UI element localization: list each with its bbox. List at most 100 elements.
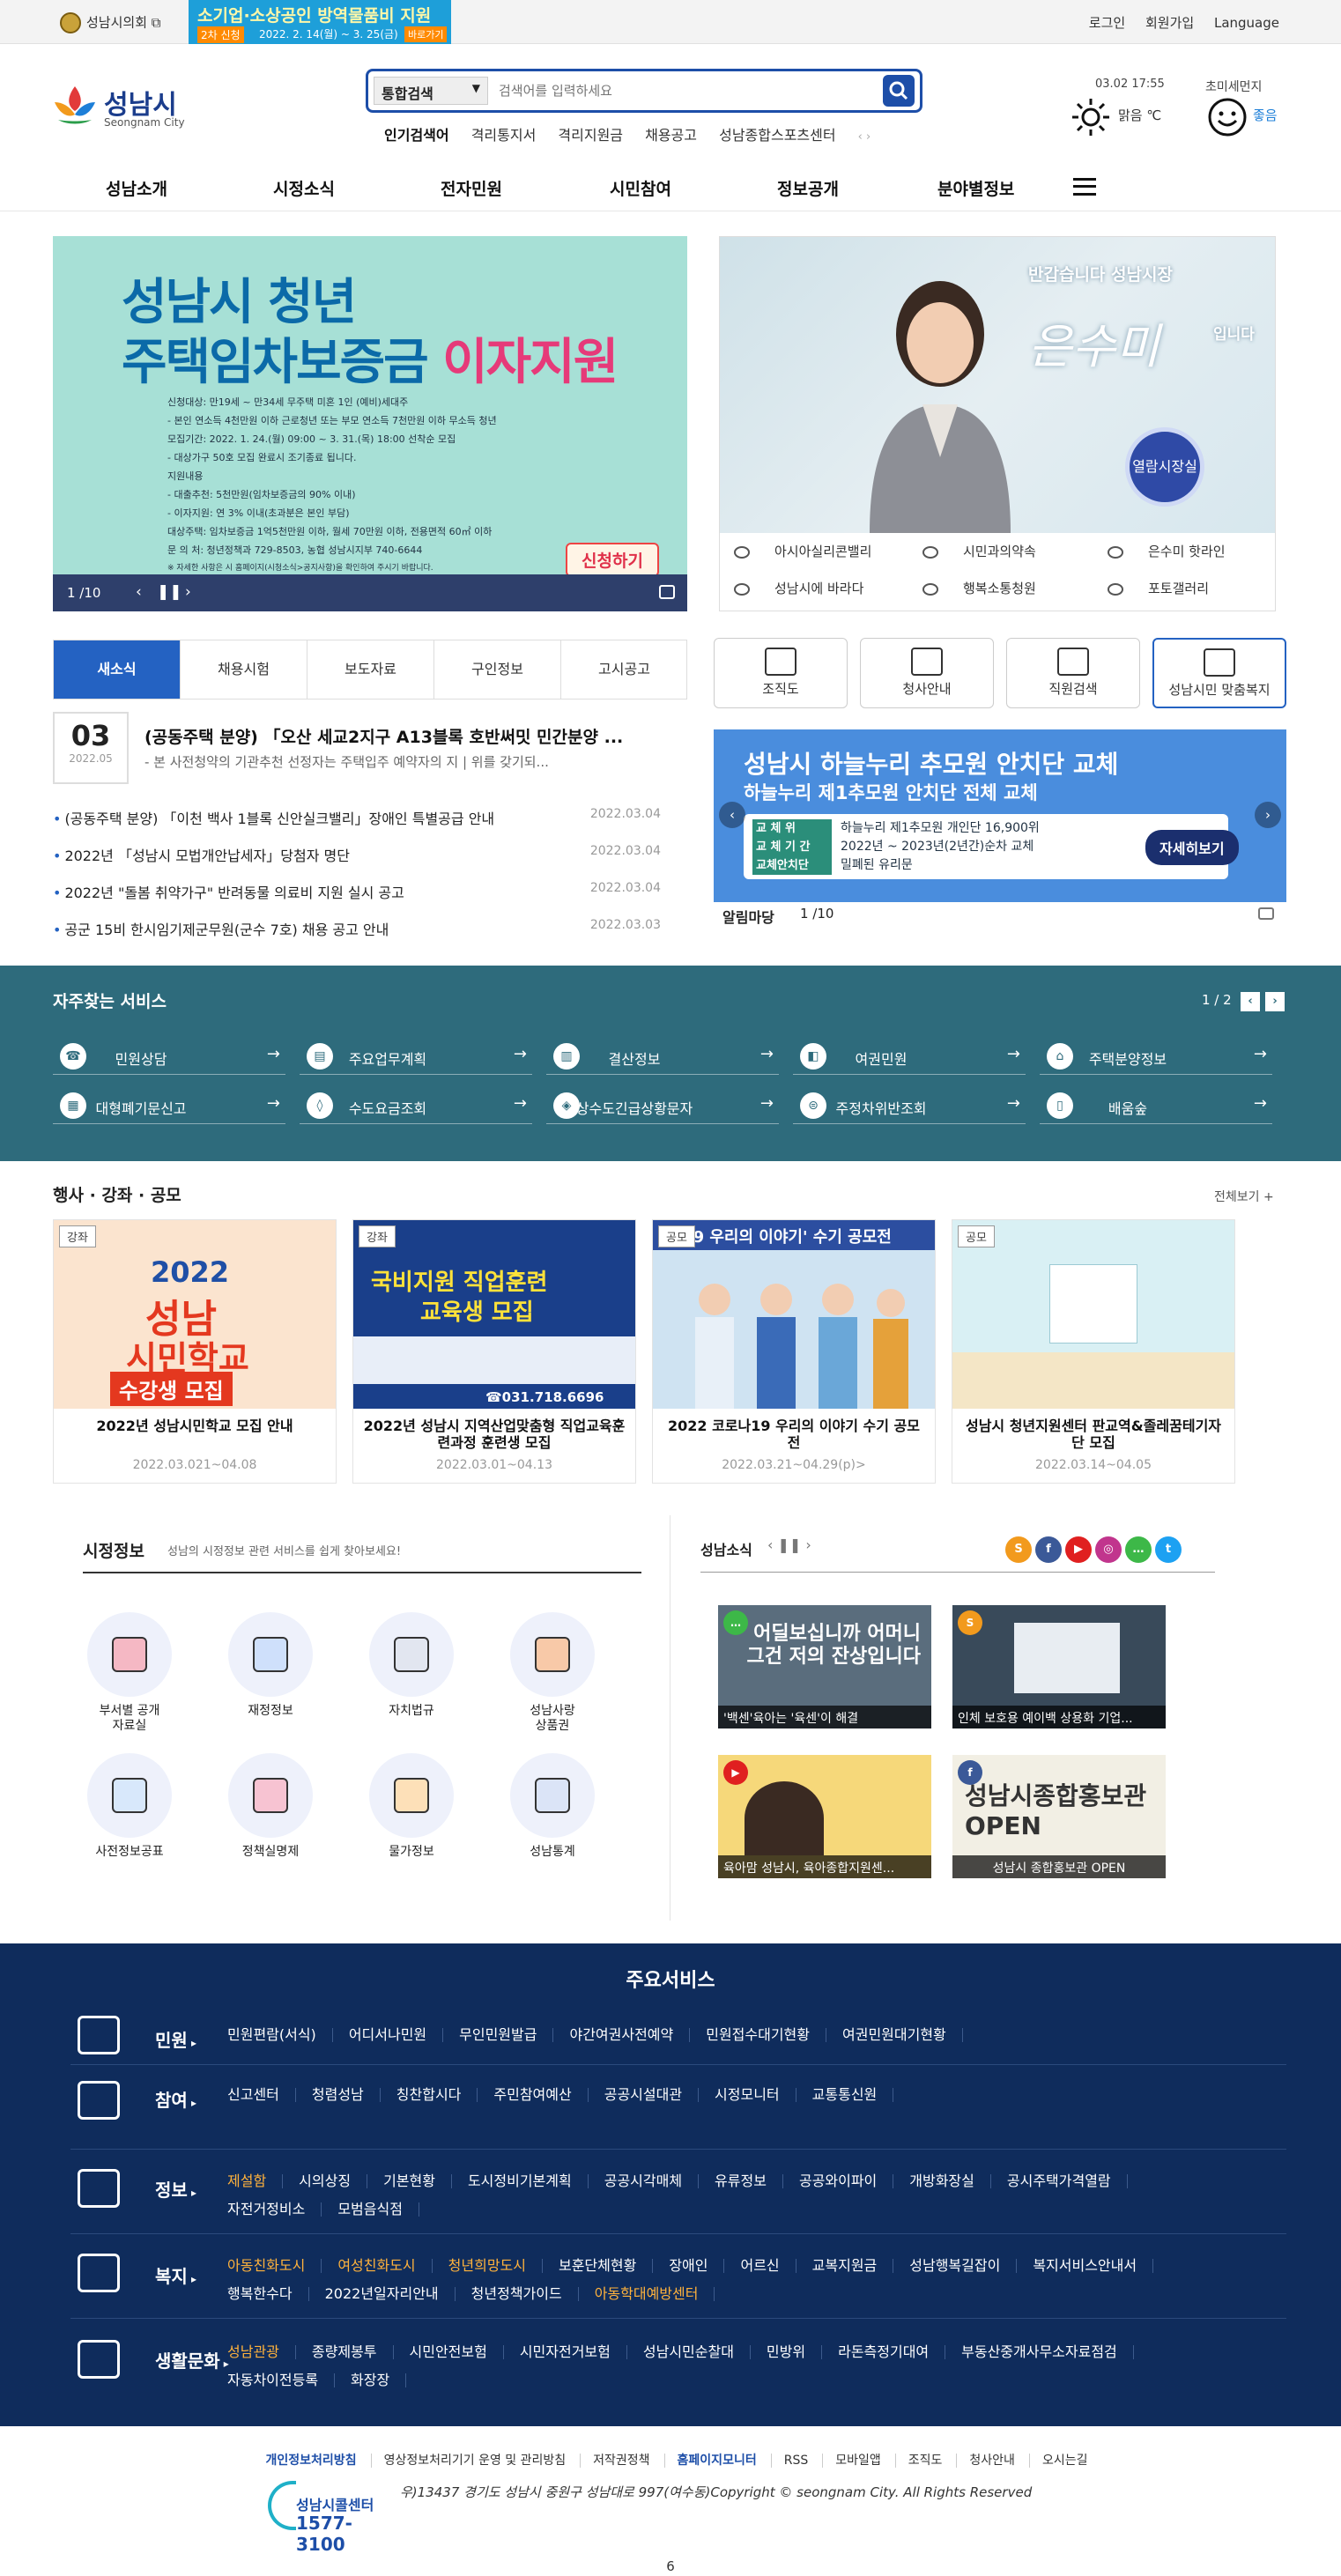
more-details-button[interactable]: 자세히보기 xyxy=(1145,830,1239,865)
prev-page-button[interactable]: ‹ xyxy=(1241,992,1260,1011)
next-icon[interactable]: › xyxy=(185,583,191,601)
main-visual-slider[interactable]: 성남시 청년 주택임차보증금 이자지원 신청대상: 만19세 ~ 만34세 무주… xyxy=(53,236,687,611)
sns-post[interactable]: ▶ 육아맘 성남시, 육아종합지원센... xyxy=(718,1755,931,1878)
service-link[interactable]: 도시정비기본계획 xyxy=(468,2174,589,2188)
service-link[interactable]: 시민안전보험 xyxy=(410,2345,504,2359)
staff-search-button[interactable]: 직원검색 xyxy=(1006,638,1140,708)
service-link[interactable]: 민원편람(서식) xyxy=(227,2028,333,2042)
event-card[interactable]: 국비지원 직업훈련 교육생 모집 ☎031.718.6696 강좌 2022년 … xyxy=(352,1219,636,1484)
footer-link[interactable]: 홈페이지모니터 xyxy=(663,2454,757,2468)
service-link[interactable]: 장애인 xyxy=(669,2259,725,2273)
custom-welfare-button[interactable]: 성남시민 맞춤복지 xyxy=(1152,638,1286,708)
service-link[interactable]: 시정모니터 xyxy=(715,2088,796,2102)
service-link[interactable]: 공공시설대관 xyxy=(604,2088,700,2102)
footer-link[interactable]: 모바일앱 xyxy=(822,2454,881,2468)
mayor-link[interactable]: 행복소통청원 xyxy=(922,579,1036,597)
kakaostory-icon[interactable]: S xyxy=(1005,1536,1032,1563)
service-link[interactable]: 성남시민순찰대 xyxy=(643,2345,751,2359)
service-item[interactable]: ☎ 민원상담 → xyxy=(53,1040,285,1075)
notice-banner[interactable]: 성남시 하늘누리 추모원 안치단 교체 하늘누리 제1추모원 안치단 전체 교체… xyxy=(714,729,1286,902)
footer-link[interactable]: 청사안내 xyxy=(956,2454,1015,2468)
featured-news[interactable]: 03 2022.05 (공동주택 분양) 「오산 세교2지구 A13블록 호반써… xyxy=(53,712,687,791)
service-link[interactable]: 칭찬합시다 xyxy=(396,2088,478,2102)
top-ad-banner[interactable]: 소기업·소상공인 방역물품비 지원 2차 신청 2022. 2. 14(월) ~… xyxy=(189,0,451,44)
tab-press[interactable]: 보도자료 xyxy=(307,640,433,699)
tab-jobs[interactable]: 구인정보 xyxy=(433,640,560,699)
site-logo[interactable]: 성남시 Seongnam City xyxy=(51,81,192,134)
instagram-icon[interactable]: ◎ xyxy=(1095,1536,1122,1563)
city-info-item[interactable]: 부서별 공개 자료실 xyxy=(72,1612,187,1736)
service-link[interactable]: 성남행복길잡이 xyxy=(909,2259,1018,2273)
nav-seongnam-intro[interactable]: 성남소개 xyxy=(106,176,167,200)
talk-icon[interactable]: … xyxy=(1125,1536,1152,1563)
event-card[interactable]: 1119 우리의 이야기' 수기 공모전 공모 2022 코로나19 우리의 이… xyxy=(652,1219,936,1484)
service-link[interactable]: 어르신 xyxy=(740,2259,796,2273)
facebook-icon[interactable]: f xyxy=(1035,1536,1062,1563)
service-link[interactable]: 야간여권사전예약 xyxy=(569,2028,691,2042)
city-info-item[interactable]: 정책실명제 xyxy=(213,1753,328,1876)
service-link[interactable]: 라돈측정기대여 xyxy=(838,2345,946,2359)
nav-participation[interactable]: 시민참여 xyxy=(610,176,671,200)
service-link[interactable]: 공공와이파이 xyxy=(799,2174,894,2188)
mayor-office-button[interactable]: 열람시장실 xyxy=(1125,427,1204,507)
service-link[interactable]: 주민참여예산 xyxy=(493,2088,589,2102)
service-link[interactable]: 자전거정비소 xyxy=(227,2202,322,2217)
service-link[interactable]: 어디서나민원 xyxy=(349,2028,444,2042)
service-link[interactable]: 무인민원발급 xyxy=(459,2028,554,2042)
nav-info-disclosure[interactable]: 정보공개 xyxy=(777,176,839,200)
event-card[interactable]: 2022 성남 시민학교 수강생 모집 강좌 2022년 성남시민학교 모집 안… xyxy=(53,1219,337,1484)
footer-link[interactable]: 저작권정책 xyxy=(580,2454,650,2468)
menu-hamburger-icon[interactable] xyxy=(1073,178,1096,196)
service-link[interactable]: 여권민원대기현황 xyxy=(842,2028,963,2042)
youtube-icon[interactable]: ▶ xyxy=(1065,1536,1092,1563)
search-button[interactable] xyxy=(883,75,915,107)
news-item[interactable]: 2022년 「성남시 모법개안납세자」당첨자 명단2022.03.04 xyxy=(53,837,661,874)
service-link[interactable]: 기본현황 xyxy=(383,2174,452,2188)
nav-e-civil[interactable]: 전자민원 xyxy=(441,176,502,200)
pause-icon[interactable]: ❚❚ xyxy=(157,583,182,601)
service-link[interactable]: 제설함 xyxy=(227,2174,284,2188)
service-link[interactable]: 민방위 xyxy=(767,2345,823,2359)
service-link[interactable]: 복지서비스안내서 xyxy=(1033,2259,1154,2273)
service-link[interactable]: 보훈단체현황 xyxy=(559,2259,654,2273)
service-link[interactable]: 아동학대예방센터 xyxy=(595,2287,715,2301)
service-link[interactable]: 성남관광 xyxy=(227,2345,296,2359)
city-info-item[interactable]: 재정정보 xyxy=(213,1612,328,1736)
sns-slider-controls[interactable]: ‹ ❚❚ › xyxy=(767,1536,811,1553)
service-link[interactable]: 시민자전거보험 xyxy=(520,2345,627,2359)
city-info-item[interactable]: 자치법규 xyxy=(354,1612,469,1736)
service-link[interactable]: 교통통신원 xyxy=(812,2088,894,2102)
service-link[interactable]: 부동산중개사무소자료점검 xyxy=(961,2345,1134,2359)
mayor-link[interactable]: 아시아실리콘밸리 xyxy=(734,542,871,560)
service-link[interactable]: 여성친화도시 xyxy=(337,2259,433,2273)
events-view-all[interactable]: 전체보기 + xyxy=(1214,1188,1274,1205)
service-item[interactable]: ◈ 상수도긴급상황문자 → xyxy=(546,1089,779,1124)
event-card[interactable]: 공모 성남시 청년지원센터 판교역&졸레꿈테기자단 모집 2022.03.14~… xyxy=(952,1219,1235,1484)
tab-recruit-exam[interactable]: 채용시험 xyxy=(180,640,307,699)
city-info-item[interactable]: 사전정보공표 xyxy=(72,1753,187,1876)
mayor-link[interactable]: 은수미 핫라인 xyxy=(1108,542,1226,560)
news-item[interactable]: (공동주택 분양) 「이천 백사 1블록 신안실크밸리」장애인 특별공급 안내2… xyxy=(53,800,661,837)
service-item[interactable]: ▦ 대형폐기문신고 → xyxy=(53,1089,285,1124)
mayor-link[interactable]: 성남시에 바라다 xyxy=(734,579,863,597)
service-link[interactable]: 2022년일자리안내 xyxy=(325,2287,456,2301)
news-item[interactable]: 2022년 "돌봄 취약가구" 반려동물 의료비 지원 실시 공고2022.03… xyxy=(53,874,661,911)
news-item[interactable]: 공군 15비 한시임기제군무원(군수 7호) 채용 공고 안내2022.03.0… xyxy=(53,911,661,948)
search-input[interactable] xyxy=(499,78,851,103)
popular-keyword[interactable]: 격리통지서 xyxy=(471,127,537,144)
nav-city-news[interactable]: 시정소식 xyxy=(273,176,335,200)
building-guide-button[interactable]: 청사안내 xyxy=(860,638,994,708)
apply-button[interactable]: 신청하기 xyxy=(566,543,659,577)
sns-post[interactable]: 어딜보십니까 어머니 그건 저의 잔상입니다 … '백센'육아는 '육센'이 해… xyxy=(718,1605,931,1728)
keyword-nav-arrows[interactable]: ‹ › xyxy=(858,130,871,144)
list-icon[interactable] xyxy=(1258,907,1274,920)
service-link[interactable]: 자동차이전등록 xyxy=(227,2373,336,2387)
service-item[interactable]: ◊ 수도요금조회 → xyxy=(300,1089,532,1124)
signup-link[interactable]: 회원가입 xyxy=(1145,15,1194,31)
service-item[interactable]: ▥ 결산정보 → xyxy=(546,1040,779,1075)
service-link[interactable]: 아동친화도시 xyxy=(227,2259,322,2273)
service-link[interactable]: 모범음식점 xyxy=(337,2202,419,2217)
service-link[interactable]: 신고센터 xyxy=(227,2088,296,2102)
list-icon[interactable] xyxy=(659,585,675,599)
service-item[interactable]: ⌂ 주택분양정보 → xyxy=(1040,1040,1272,1075)
